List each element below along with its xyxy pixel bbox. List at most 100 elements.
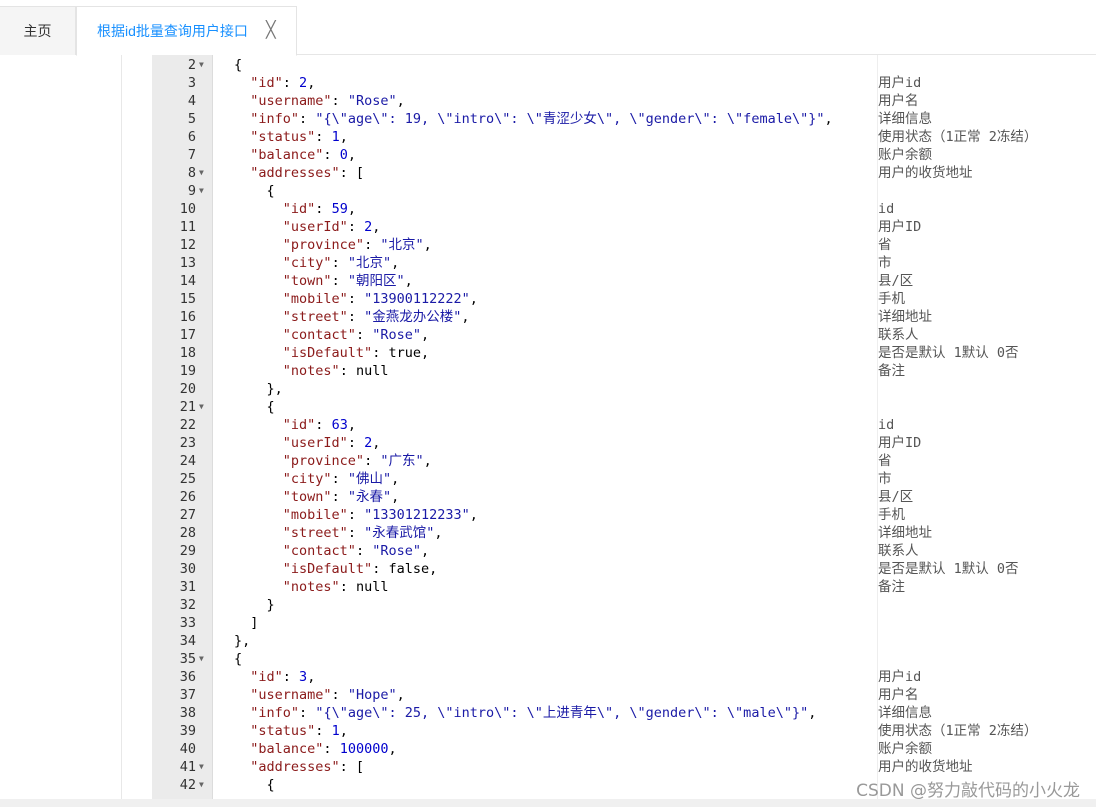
tab-home[interactable]: 主页 (0, 6, 76, 55)
code-text: "status": 1, (250, 723, 348, 739)
code-text: }, (234, 381, 283, 397)
close-icon[interactable]: ╳ (266, 7, 276, 55)
code-line: 30 "isDefault": false, 是否是默认 1默认 0否 (152, 560, 1096, 578)
field-comment: 账户余额 (878, 741, 932, 757)
line-number: 38 (179, 705, 196, 721)
fold-toggle-icon[interactable]: ▼ (199, 164, 204, 182)
code-line: 15 "mobile": "13900112222", 手机 (152, 290, 1096, 308)
code-line: 26 "town": "永春", 县/区 (152, 488, 1096, 506)
code-text: "id": 63, (282, 417, 356, 433)
line-number: 16 (179, 309, 196, 325)
code-text: }, (234, 633, 251, 649)
code-text: "username": "Rose", (250, 93, 405, 109)
line-number: 39 (179, 723, 196, 739)
code-text: "info": "{\"age\": 19, \"intro\": \"青涩少女… (250, 111, 833, 127)
code-line: 14 "town": "朝阳区", 县/区 (152, 272, 1096, 290)
tab-batch-query-users[interactable]: 根据id批量查询用户接口 ╳ (76, 6, 297, 56)
code-line: 8 ▼ "addresses": [用户的收货地址 (152, 164, 1096, 182)
line-number: 19 (179, 363, 196, 379)
code-line: 16 "street": "金燕龙办公楼", 详细地址 (152, 308, 1096, 326)
code-line: 7 "balance": 0, 账户余额 (152, 146, 1096, 164)
field-comment: 用户id (878, 669, 922, 685)
code-text: { (234, 651, 243, 667)
code-line: 12 "province": "北京", 省 (152, 236, 1096, 254)
field-comment: 联系人 (878, 327, 919, 343)
code-text: { (234, 399, 275, 415)
code-text: "id": 2, (250, 75, 316, 91)
fold-toggle-icon[interactable]: ▼ (199, 56, 204, 74)
field-comment: 县/区 (878, 273, 914, 289)
field-comment: 省 (878, 237, 892, 253)
code-text: "id": 59, (282, 201, 356, 217)
line-number: 9 (187, 183, 196, 199)
field-comment: 手机 (878, 507, 905, 523)
code-text: "status": 1, (250, 129, 348, 145)
code-text: "street": "永春武馆", (282, 525, 443, 541)
line-number: 41 (179, 759, 196, 775)
code-text: } (234, 597, 275, 613)
json-code-editor[interactable]: 2 ▼{3 "id": 2, 用户id 4 "username": "Rose", 用户… (152, 55, 1096, 799)
field-comment: 手机 (878, 291, 905, 307)
code-text: "city": "北京", (282, 255, 400, 271)
code-text: "username": "Hope", (250, 687, 405, 703)
field-comment: id (878, 417, 895, 433)
field-comment: id (878, 201, 895, 217)
fold-toggle-icon[interactable]: ▼ (199, 650, 204, 668)
content-left-border (121, 55, 122, 799)
line-number: 7 (187, 147, 196, 163)
code-line: 39 "status": 1, 使用状态（1正常 2冻结） (152, 722, 1096, 740)
field-comment: 联系人 (878, 543, 919, 559)
watermark: CSDN @努力敲代码的小火龙 (856, 781, 1080, 801)
field-comment: 使用状态（1正常 2冻结） (878, 129, 1038, 145)
code-text: "userId": 2, (282, 219, 381, 235)
field-comment: 用户的收货地址 (878, 759, 973, 775)
field-comment: 详细信息 (878, 111, 932, 127)
code-line: 9 ▼ { (152, 182, 1096, 200)
code-text: "province": "北京", (282, 237, 432, 253)
code-text: "addresses": [ (250, 759, 365, 775)
code-text: "info": "{\"age\": 25, \"intro\": \"上进青年… (250, 705, 817, 721)
field-comment: 详细地址 (878, 525, 932, 541)
fold-toggle-icon[interactable]: ▼ (199, 398, 204, 416)
line-number: 20 (179, 381, 196, 397)
line-number: 31 (179, 579, 196, 595)
code-line: 18 "isDefault": true, 是否是默认 1默认 0否 (152, 344, 1096, 362)
code-line: 22 "id": 63, id (152, 416, 1096, 434)
code-text: "addresses": [ (250, 165, 365, 181)
code-line: 31 "notes": null 备注 (152, 578, 1096, 596)
code-line: 40 "balance": 100000, 账户余额 (152, 740, 1096, 758)
code-text: "isDefault": true, (282, 345, 430, 361)
line-number: 8 (187, 165, 196, 181)
line-number: 18 (179, 345, 196, 361)
code-text: "notes": null (282, 363, 389, 379)
fold-toggle-icon[interactable]: ▼ (199, 182, 204, 200)
code-line: 21 ▼ { (152, 398, 1096, 416)
code-line: 4 "username": "Rose", 用户名 (152, 92, 1096, 110)
field-comment: 用户名 (878, 687, 919, 703)
code-line: 6 "status": 1, 使用状态（1正常 2冻结） (152, 128, 1096, 146)
fold-toggle-icon[interactable]: ▼ (199, 758, 204, 776)
code-text: "contact": "Rose", (282, 543, 430, 559)
line-number: 36 (179, 669, 196, 685)
field-comment: 使用状态（1正常 2冻结） (878, 723, 1038, 739)
line-number: 30 (179, 561, 196, 577)
field-comment: 备注 (878, 579, 905, 595)
field-comment: 市 (878, 255, 892, 271)
line-number: 13 (179, 255, 196, 271)
fold-toggle-icon[interactable]: ▼ (199, 776, 204, 794)
code-text: "notes": null (282, 579, 389, 595)
line-number: 5 (187, 111, 196, 127)
tab-home-label: 主页 (23, 23, 52, 39)
line-number: 40 (179, 741, 196, 757)
line-number: 28 (179, 525, 196, 541)
code-text: { (234, 57, 243, 73)
field-comment: 市 (878, 471, 892, 487)
field-comment: 详细地址 (878, 309, 932, 325)
line-number: 26 (179, 489, 196, 505)
code-line: 37 "username": "Hope", 用户名 (152, 686, 1096, 704)
code-line: 3 "id": 2, 用户id (152, 74, 1096, 92)
code-text: "isDefault": false, (282, 561, 438, 577)
code-text: "mobile": "13301212233", (282, 507, 478, 523)
code-line: 32 } (152, 596, 1096, 614)
field-comment: 用户ID (878, 435, 922, 451)
